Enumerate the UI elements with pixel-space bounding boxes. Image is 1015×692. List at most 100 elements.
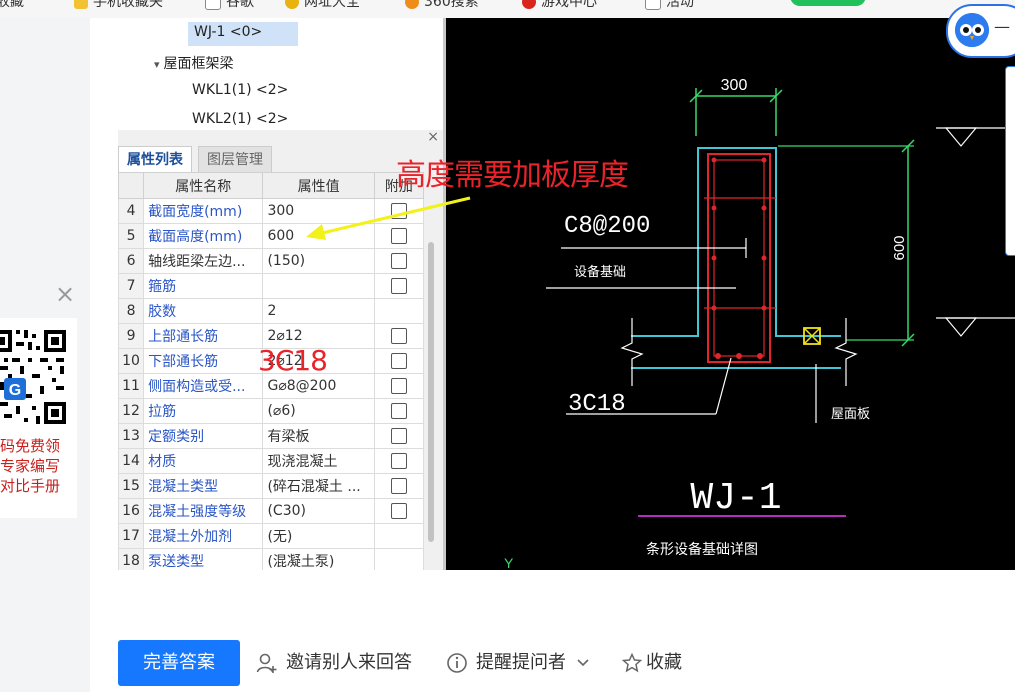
property-name: 下部通长筋 <box>143 348 264 374</box>
table-row[interactable]: 6 轴线距梁左边... (150) <box>118 248 425 274</box>
property-extra <box>373 273 425 299</box>
extra-checkbox[interactable] <box>390 328 407 344</box>
row-number: 6 <box>118 248 145 274</box>
level-marker <box>944 317 978 337</box>
table-row[interactable]: 14 材质 现浇混凝土 <box>118 448 425 474</box>
close-icon[interactable]: × <box>427 130 439 145</box>
property-name: 上部通长筋 <box>143 323 264 349</box>
ad-line: 对比手册 <box>0 477 61 495</box>
table-row[interactable]: 15 混凝土类型 (碎石混凝土 ... <box>118 473 425 499</box>
extra-checkbox[interactable] <box>390 353 407 369</box>
arrow-shaft <box>317 196 471 236</box>
table-row[interactable]: 13 定额类别 有梁板 <box>118 423 425 449</box>
extra-checkbox[interactable] <box>390 253 407 269</box>
search-icon <box>405 0 419 9</box>
extra-checkbox[interactable] <box>390 503 407 519</box>
ucs-axis-y: Y <box>504 555 514 570</box>
chevron-down-icon <box>577 659 589 667</box>
tree-item-wj1[interactable]: WJ-1 <0> <box>194 24 262 40</box>
property-value[interactable]: G⌀8@200 <box>262 373 375 399</box>
table-header-name: 属性名称 <box>143 172 264 199</box>
row-number: 9 <box>118 323 145 349</box>
drawing-title: WJ-1 <box>690 477 781 520</box>
info-icon <box>447 653 467 673</box>
table-row[interactable]: 16 混凝土强度等级 (C30) <box>118 498 425 524</box>
remind-label: 提醒提问者 <box>476 652 566 673</box>
ad-card[interactable]: G 码免费领 专家编写 对比手册 <box>0 318 77 518</box>
complete-answer-button[interactable]: 完善答案 <box>118 640 240 686</box>
close-icon[interactable]: × <box>55 282 75 306</box>
property-extra <box>373 523 425 549</box>
ad-line: 专家编写 <box>0 457 61 475</box>
bookmark-activity[interactable]: 活动 <box>645 0 694 11</box>
remind-asker-button[interactable]: 提醒提问者 <box>446 650 590 676</box>
bookmark-web-directory[interactable]: 网址大全 <box>285 0 360 11</box>
extra-checkbox[interactable] <box>390 428 407 444</box>
property-value[interactable]: (碎石混凝土 ... <box>262 473 375 499</box>
extra-checkbox[interactable] <box>390 278 407 294</box>
tab-layer-management[interactable]: 图层管理 <box>198 146 272 173</box>
bookmark-google[interactable]: 谷歌 <box>205 0 254 11</box>
property-value[interactable]: (150) <box>262 248 375 274</box>
annotation-rebar-note: 3C18 <box>258 344 328 377</box>
break-line <box>620 318 644 386</box>
table-row[interactable]: 12 拉筋 (⌀6) <box>118 398 425 424</box>
property-value[interactable] <box>262 273 375 299</box>
property-extra <box>373 448 425 474</box>
tree-item-wkl1[interactable]: WKL1(1) <2> <box>192 82 288 98</box>
avatar[interactable] <box>955 13 989 47</box>
scrollbar-thumb[interactable] <box>428 242 434 542</box>
tab-property-list[interactable]: 属性列表 <box>118 146 192 173</box>
property-extra <box>373 473 425 499</box>
favorite-button[interactable]: 收藏 <box>622 650 682 676</box>
property-rows: 4 截面宽度(mm) 300 5 截面高度(mm) 600 6 轴线距梁左边... (150) 7… <box>118 198 425 570</box>
cad-drawing-view[interactable]: 300 600 C8@200 设备基础 3C18 屋面板 WJ-1 条形设备基础… <box>446 18 1015 570</box>
row-number: 14 <box>118 448 145 474</box>
table-row[interactable]: 8 胶数 2 <box>118 298 425 324</box>
invite-answer-button[interactable]: 邀请别人来回答 <box>256 650 412 676</box>
row-number: 5 <box>118 223 145 249</box>
table-row[interactable]: 18 泵送类型 (混凝土泵) <box>118 548 425 570</box>
stirrup-outer <box>707 153 771 363</box>
row-number: 10 <box>118 348 145 374</box>
row-number: 13 <box>118 423 145 449</box>
chevron-down-icon[interactable]: ▾ <box>154 58 160 71</box>
property-name: 混凝土类型 <box>143 473 264 499</box>
bookmark-360-search[interactable]: 360搜索 <box>405 0 479 11</box>
row-number: 18 <box>118 548 145 570</box>
slab-label: 屋面板 <box>831 406 870 421</box>
bookmark-mobile-favorites[interactable]: 手机收藏夹 <box>74 0 163 11</box>
property-name: 混凝土强度等级 <box>143 498 264 524</box>
property-extra <box>373 498 425 524</box>
property-value[interactable]: (混凝土泵) <box>262 548 375 570</box>
property-value[interactable]: (无) <box>262 523 375 549</box>
owl-icon <box>955 13 989 47</box>
annotation-height-note: 高度需要加板厚度 <box>396 158 629 193</box>
extra-checkbox[interactable] <box>390 378 407 394</box>
dim-height-label: 600 <box>891 235 908 260</box>
bookmark-game-center[interactable]: 游戏中心 <box>522 0 597 11</box>
user-add-icon <box>256 653 277 673</box>
tree-item-wkl2[interactable]: WKL2(1) <2> <box>192 111 288 127</box>
bookmark-favorites[interactable]: 收藏 <box>0 0 24 11</box>
row-number: 4 <box>118 198 145 224</box>
property-value[interactable]: (⌀6) <box>262 398 375 424</box>
property-value[interactable]: 2 <box>262 298 375 324</box>
extra-checkbox[interactable] <box>390 478 407 494</box>
table-row[interactable]: 17 混凝土外加剂 (无) <box>118 523 425 549</box>
property-value[interactable]: 现浇混凝土 <box>262 448 375 474</box>
table-row[interactable]: 7 箍筋 <box>118 273 425 299</box>
property-value[interactable]: (C30) <box>262 498 375 524</box>
leader-line <box>715 357 732 415</box>
property-name: 混凝土外加剂 <box>143 523 264 549</box>
extra-checkbox[interactable] <box>390 453 407 469</box>
property-value[interactable]: 有梁板 <box>262 423 375 449</box>
page-icon <box>645 0 661 10</box>
break-line <box>834 318 858 386</box>
table-row[interactable]: 11 侧面构造或受... G⌀8@200 <box>118 373 425 399</box>
row-number: 11 <box>118 373 145 399</box>
extra-checkbox[interactable] <box>390 403 407 419</box>
favorite-label: 收藏 <box>646 652 682 673</box>
row-number: 8 <box>118 298 145 324</box>
tree-item-roof-frame-beam[interactable]: ▾ 屋面框架梁 <box>154 53 234 73</box>
